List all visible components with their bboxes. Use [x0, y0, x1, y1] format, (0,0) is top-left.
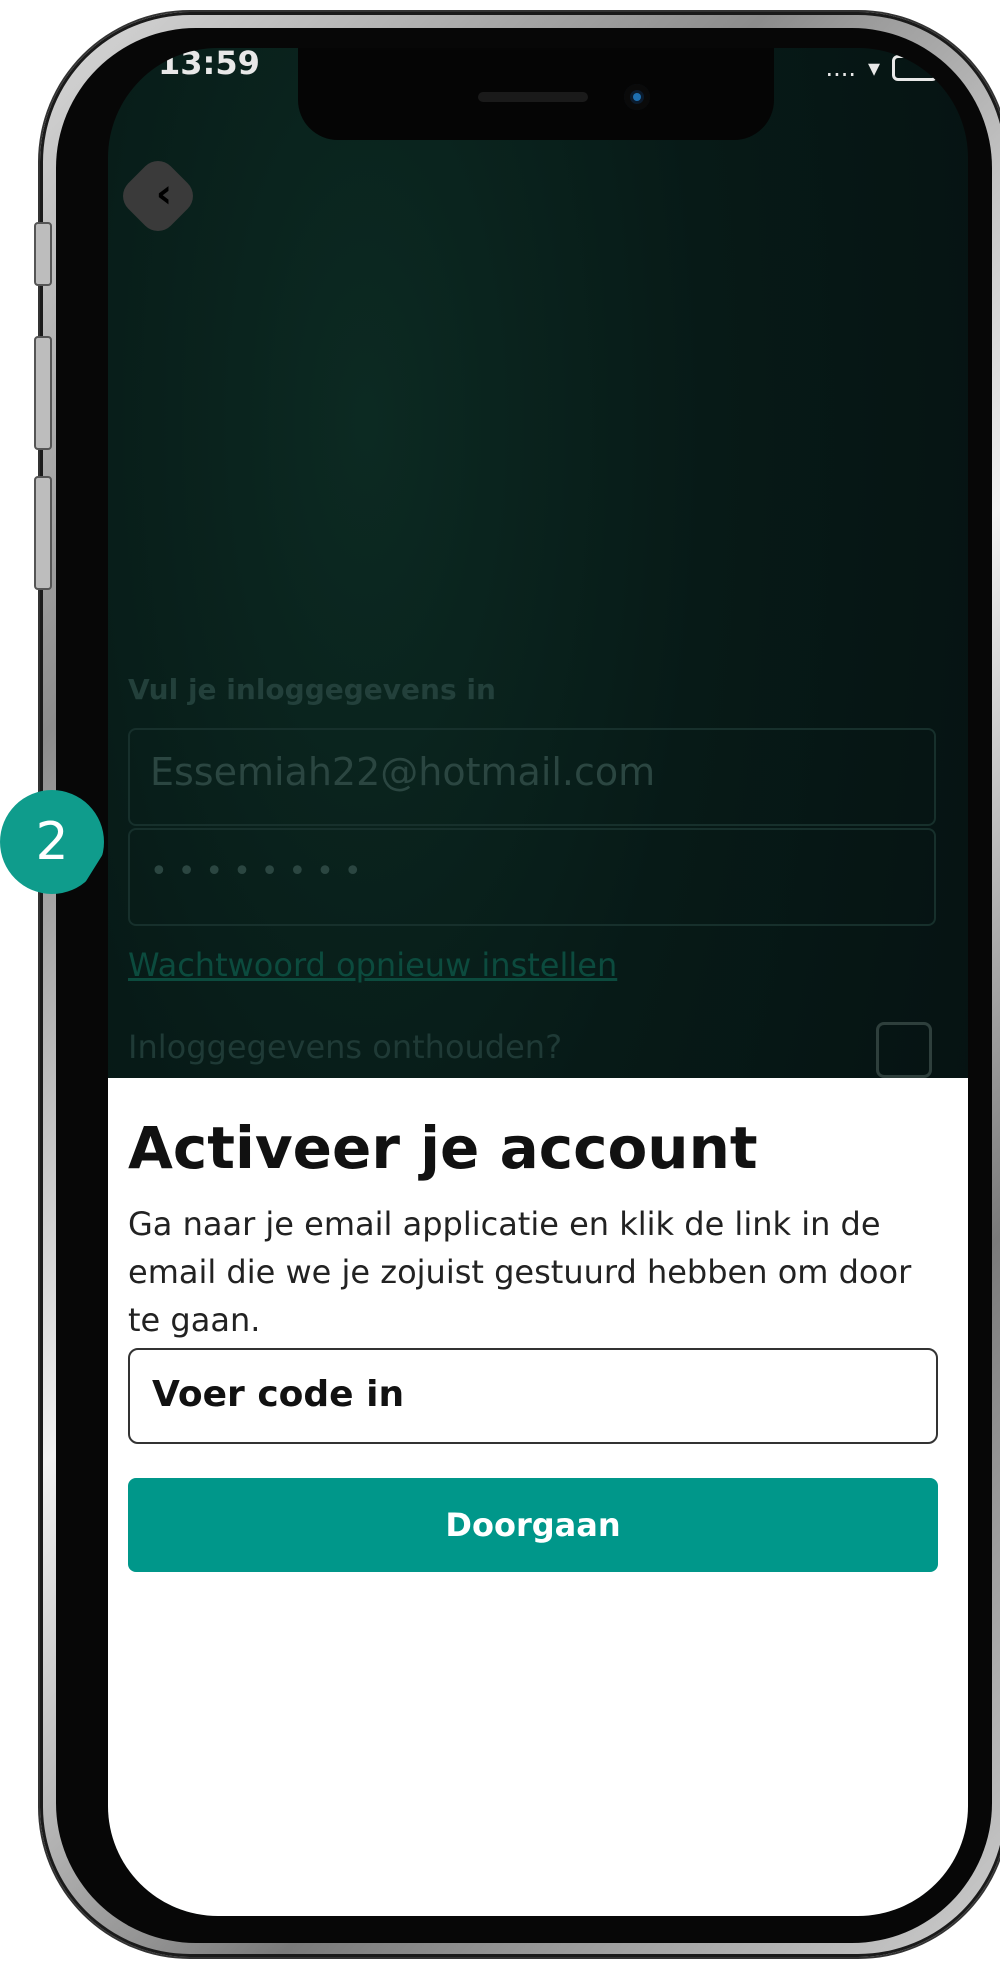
continue-button[interactable]: Doorgaan	[128, 1478, 938, 1572]
phone-screen: 13:59 .... ▾ ‹ Vul je inloggegevens in E…	[108, 48, 968, 1916]
code-placeholder: Voer code in	[152, 1374, 405, 1415]
sheet-description: Ga naar je email applicatie en klik de l…	[128, 1205, 912, 1339]
email-value: Essemiah22@hotmail.com	[150, 750, 656, 794]
password-value: ••••••••	[150, 854, 372, 889]
chevron-left-icon: ‹	[155, 171, 173, 217]
password-field[interactable]: ••••••••	[128, 828, 936, 926]
mute-switch	[34, 222, 52, 286]
remember-label: Inloggegevens onthouden?	[128, 1028, 563, 1066]
volume-up-button	[34, 336, 52, 450]
battery-icon	[892, 55, 938, 81]
reset-password-link[interactable]: Wachtwoord opnieuw instellen	[128, 946, 617, 984]
status-icons: .... ▾	[825, 54, 938, 82]
volume-down-button	[34, 476, 52, 590]
activate-account-sheet: Activeer je account Ga naar je email app…	[108, 1078, 968, 1916]
code-input[interactable]: Voer code in	[128, 1348, 938, 1444]
login-form-title: Vul je inloggegevens in	[128, 673, 496, 706]
speaker	[478, 92, 588, 102]
status-time: 13:59	[158, 48, 260, 82]
sheet-title: Activeer je account	[128, 1114, 758, 1182]
camera	[624, 84, 650, 110]
remember-checkbox[interactable]	[876, 1022, 932, 1078]
notch	[298, 48, 774, 140]
signal-icon: ....	[825, 54, 856, 82]
wifi-icon: ▾	[867, 54, 880, 82]
email-field[interactable]: Essemiah22@hotmail.com	[128, 728, 936, 826]
